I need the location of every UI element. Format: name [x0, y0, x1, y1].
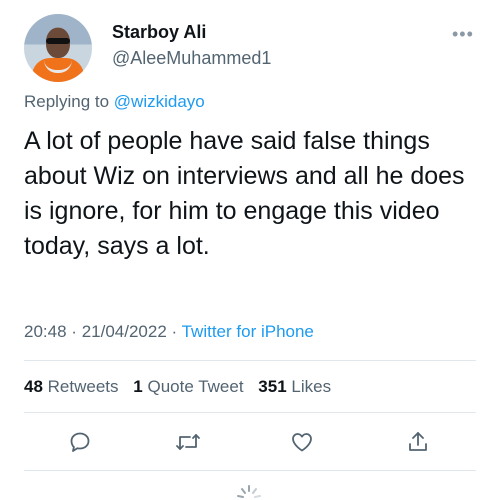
divider — [24, 412, 476, 413]
avatar[interactable] — [24, 14, 92, 82]
tweet-stats: 48 Retweets 1 Quote Tweet 351 Likes — [24, 377, 331, 397]
quotes-stat[interactable]: 1 Quote Tweet — [133, 377, 243, 396]
meta-separator: · — [171, 322, 178, 341]
like-button[interactable] — [288, 428, 316, 456]
loading-spinner-icon — [237, 485, 261, 498]
reply-button[interactable] — [66, 428, 94, 456]
avatar-glasses — [46, 38, 70, 44]
likes-count: 351 — [258, 377, 287, 396]
divider — [24, 360, 476, 361]
author-display-name[interactable]: Starboy Ali — [112, 22, 206, 43]
retweet-button[interactable] — [174, 428, 202, 456]
reply-icon — [70, 432, 90, 452]
quotes-count: 1 — [133, 377, 143, 396]
retweets-label: Retweets — [47, 377, 119, 396]
replying-to-prefix: Replying to — [24, 92, 110, 111]
likes-label: Likes — [291, 377, 332, 396]
divider — [24, 470, 476, 471]
tweet-source[interactable]: Twitter for iPhone — [182, 322, 314, 341]
tweet-time[interactable]: 20:48 — [24, 322, 67, 341]
replying-to-mention[interactable]: @wizkidayo — [114, 92, 205, 111]
retweet-icon — [176, 434, 200, 450]
share-button[interactable] — [404, 428, 432, 456]
meta-separator: · — [71, 322, 77, 341]
like-icon — [292, 433, 312, 452]
tweet-date[interactable]: 21/04/2022 — [82, 322, 167, 341]
quotes-label: Quote Tweet — [147, 377, 244, 396]
tweet-meta: 20:48 · 21/04/2022 · Twitter for iPhone — [24, 322, 314, 342]
tweet-text: A lot of people have said false things a… — [24, 127, 465, 260]
author-handle[interactable]: @AleeMuhammed1 — [112, 48, 271, 69]
action-bar — [24, 422, 476, 462]
share-icon — [409, 432, 427, 451]
likes-stat[interactable]: 351 Likes — [258, 377, 331, 396]
retweets-stat[interactable]: 48 Retweets — [24, 377, 119, 396]
replying-to: Replying to @wizkidayo — [24, 92, 205, 112]
more-options-icon[interactable]: ••• — [452, 24, 474, 45]
retweets-count: 48 — [24, 377, 43, 396]
